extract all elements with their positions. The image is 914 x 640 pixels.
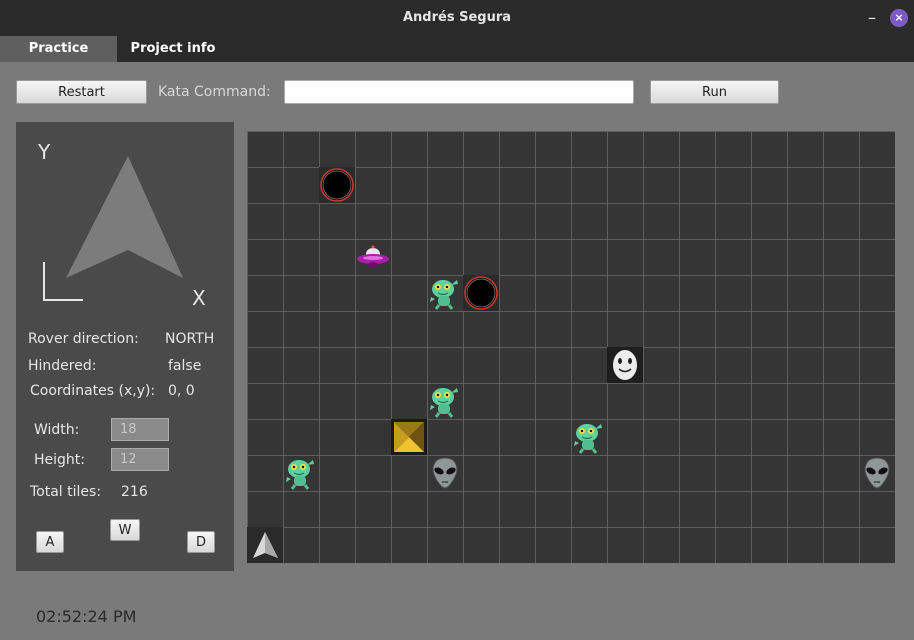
width-label: Width:	[34, 422, 80, 438]
move-forward-button[interactable]: W	[110, 519, 140, 541]
axis-y-label: Y	[38, 140, 51, 164]
restart-button[interactable]: Restart	[16, 80, 147, 104]
axis-x-label: X	[192, 286, 206, 310]
tab-project-info[interactable]: Project info	[117, 36, 229, 62]
black-hole-icon	[319, 167, 355, 203]
green-alien-icon	[571, 419, 607, 455]
kata-command-input[interactable]	[284, 80, 634, 104]
close-button[interactable]: ×	[890, 9, 908, 27]
black-hole-icon	[463, 275, 499, 311]
width-field	[111, 418, 169, 441]
grey-alien-icon	[427, 455, 463, 491]
grey-alien-icon	[859, 455, 895, 491]
rover-icon	[247, 527, 283, 563]
rover-info-panel: Y X Rover direction: NORTH Hindered: fal…	[16, 122, 234, 571]
turn-left-button[interactable]: A	[36, 531, 64, 553]
tab-bar: Practice Project info	[0, 36, 914, 62]
kata-command-label: Kata Command:	[158, 84, 271, 100]
height-field	[111, 448, 169, 471]
direction-value: NORTH	[165, 331, 215, 347]
total-tiles-label: Total tiles:	[30, 484, 102, 500]
hindered-value: false	[168, 358, 202, 374]
pyramid-icon	[391, 419, 427, 455]
turn-right-button[interactable]: D	[187, 531, 215, 553]
clock-display: 02:52:24 PM	[36, 607, 137, 626]
tab-practice[interactable]: Practice	[0, 36, 117, 62]
ufo-icon	[355, 239, 391, 275]
coordinates-value: 0, 0	[168, 383, 195, 399]
green-alien-icon	[283, 455, 319, 491]
coordinates-label: Coordinates (x,y):	[30, 383, 156, 399]
run-button[interactable]: Run	[650, 80, 779, 104]
direction-label: Rover direction:	[28, 331, 139, 347]
moon-face-icon	[607, 347, 643, 383]
height-label: Height:	[34, 452, 85, 468]
minimize-button[interactable]: –	[862, 8, 882, 28]
hindered-label: Hindered:	[28, 358, 97, 374]
window-title: Andrés Segura	[402, 10, 512, 25]
green-alien-icon	[427, 383, 463, 419]
window-titlebar: Andrés Segura – ×	[0, 0, 914, 36]
green-alien-icon	[427, 275, 463, 311]
mars-grid[interactable]	[247, 131, 895, 563]
total-tiles-value: 216	[121, 484, 148, 500]
